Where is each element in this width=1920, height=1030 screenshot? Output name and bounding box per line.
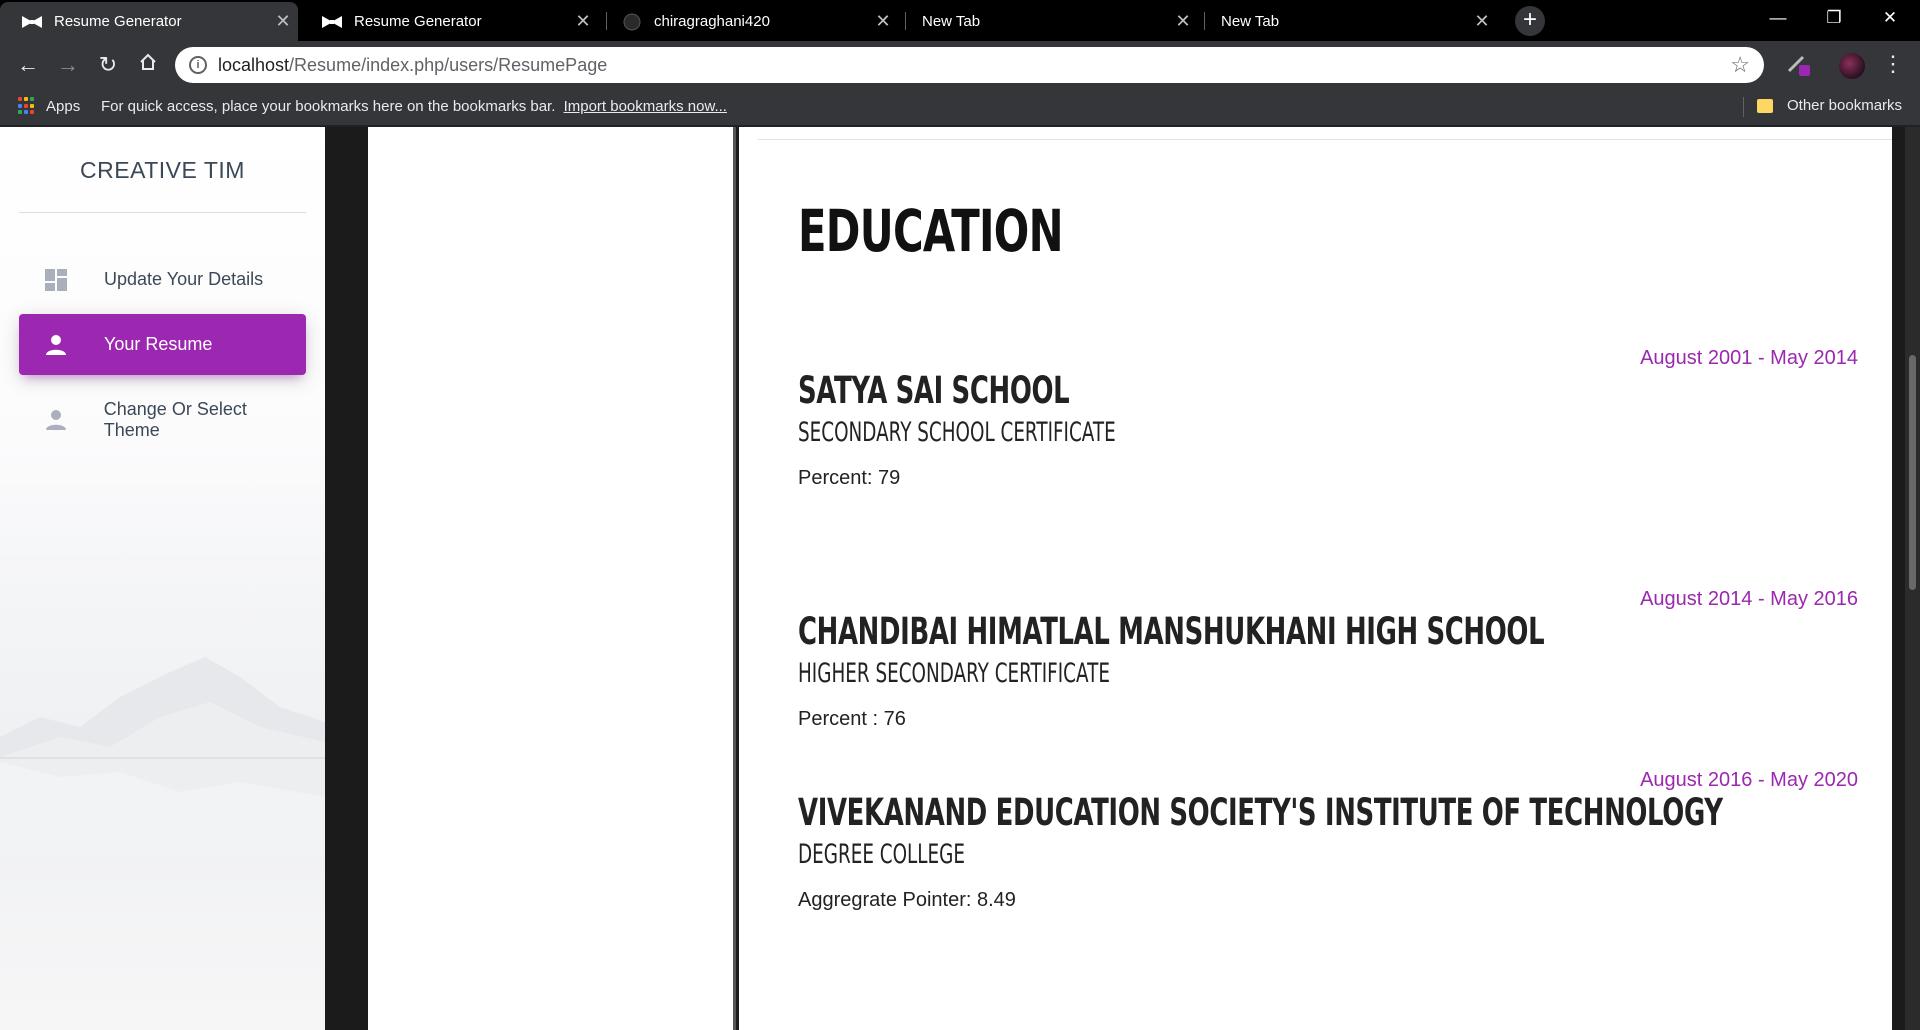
sidebar-item-label: Your Resume <box>104 334 213 354</box>
close-icon[interactable]: ✕ <box>268 11 298 32</box>
education-degree: HIGHER SECONDARY CERTIFICATE <box>798 658 1110 689</box>
tab-title: New Tab <box>922 13 981 30</box>
minimize-button[interactable]: — <box>1750 0 1806 36</box>
close-icon[interactable]: ✕ <box>868 11 898 32</box>
education-school: CHANDIBAI HIMATLAL MANSHUKHANI HIGH SCHO… <box>798 610 1545 653</box>
folder-icon <box>1757 98 1773 113</box>
tab-github[interactable]: chiragraghani420 ✕ <box>600 2 898 41</box>
bowtie-icon <box>322 12 342 32</box>
apps-grid-icon <box>18 97 36 115</box>
home-icon <box>140 53 156 70</box>
brand-divider <box>19 212 306 213</box>
person-icon <box>41 405 71 435</box>
tab-resume-generator-1[interactable]: Resume Generator ✕ <box>0 2 298 41</box>
resume-left-column <box>368 127 736 1030</box>
education-degree: SECONDARY SCHOOL CERTIFICATE <box>798 417 1116 448</box>
apps-shortcut[interactable]: Apps <box>18 97 80 115</box>
sidebar-item-label: Update Your Details <box>104 269 264 289</box>
scrollbar-thumb[interactable] <box>1909 355 1916 590</box>
tab-strip: Resume Generator ✕ Resume Generator ✕ ch… <box>0 0 1920 41</box>
sidebar-item-update-details[interactable]: Update Your Details <box>19 249 306 310</box>
person-icon <box>41 330 71 360</box>
tab-title: Resume Generator <box>54 13 182 30</box>
page-scrollbar[interactable] <box>1905 127 1920 1030</box>
page-viewport: CREATIVE TIM Update Your Details Your Re… <box>0 127 1920 1030</box>
mountain-background <box>0 657 325 857</box>
back-button[interactable]: ← <box>12 49 44 81</box>
other-bookmarks[interactable]: Other bookmarks <box>1757 97 1902 114</box>
bookmarks-bar: Apps For quick access, place your bookma… <box>0 88 1920 126</box>
sidebar-item-label: Change Or Select Theme <box>103 398 247 440</box>
education-score: Percent: 79 <box>798 467 901 489</box>
section-title-education: EDUCATION <box>798 197 1064 265</box>
education-degree: DEGREE COLLEGE <box>798 839 965 870</box>
tab-new-tab-2[interactable]: New Tab ✕ <box>1199 2 1497 41</box>
bowtie-icon <box>22 12 42 32</box>
sidebar-item-change-theme[interactable]: Change Or Select Theme <box>19 389 306 450</box>
education-score: Percent : 76 <box>798 708 906 730</box>
info-icon[interactable]: i <box>189 56 207 74</box>
url-text[interactable]: localhost/Resume/index.php/users/ResumeP… <box>218 55 607 76</box>
forward-button[interactable]: → <box>52 49 84 81</box>
other-bookmarks-label: Other bookmarks <box>1787 97 1903 114</box>
bookmark-star-icon[interactable]: ☆ <box>1730 52 1750 78</box>
browser-toolbar: ← → ↻ i localhost/Resume/index.php/users… <box>0 41 1920 88</box>
close-icon[interactable]: ✕ <box>568 11 598 32</box>
education-score: Aggregrate Pointer: 8.49 <box>798 889 1016 911</box>
resume-main-column: EDUCATION August 2001 - May 2014 SATYA S… <box>739 127 1892 1030</box>
education-dates: August 2016 - May 2020 <box>1640 769 1858 791</box>
close-icon[interactable]: ✕ <box>1467 11 1497 32</box>
address-bar[interactable]: i localhost/Resume/index.php/users/Resum… <box>175 47 1764 83</box>
close-icon[interactable]: ✕ <box>1168 11 1198 32</box>
brand-title[interactable]: CREATIVE TIM <box>0 157 325 184</box>
extension-icon[interactable] <box>1783 49 1815 81</box>
github-icon <box>622 12 642 32</box>
section-divider <box>758 139 1892 140</box>
close-window-button[interactable]: ✕ <box>1862 0 1918 36</box>
tab-title: chiragraghani420 <box>654 13 770 30</box>
sidebar: CREATIVE TIM Update Your Details Your Re… <box>0 127 325 1030</box>
dashboard-icon <box>41 265 71 295</box>
tab-title: Resume Generator <box>354 13 482 30</box>
bookmarks-separator <box>1743 97 1744 117</box>
tab-new-tab-1[interactable]: New Tab ✕ <box>900 2 1198 41</box>
education-school: VIVEKANAND EDUCATION SOCIETY'S INSTITUTE… <box>798 791 1723 834</box>
education-dates: August 2014 - May 2016 <box>1640 588 1858 610</box>
bookmarks-message: For quick access, place your bookmarks h… <box>101 98 727 115</box>
url-host: localhost <box>218 55 290 75</box>
tab-title: New Tab <box>1221 13 1280 30</box>
menu-icon[interactable]: ⋮ <box>1882 49 1904 81</box>
url-path: /Resume/index.php/users/ResumePage <box>289 55 608 75</box>
new-tab-button[interactable]: + <box>1515 6 1545 36</box>
import-bookmarks-link[interactable]: Import bookmarks now... <box>564 98 727 115</box>
bookmarks-hint: For quick access, place your bookmarks h… <box>101 98 556 115</box>
reload-button[interactable]: ↻ <box>92 49 124 81</box>
education-dates: August 2001 - May 2014 <box>1640 347 1858 369</box>
home-button[interactable] <box>132 49 164 81</box>
sidebar-item-your-resume[interactable]: Your Resume <box>19 314 306 375</box>
education-school: SATYA SAI SCHOOL <box>798 369 1070 412</box>
apps-label: Apps <box>46 97 81 115</box>
profile-avatar[interactable] <box>1839 53 1865 79</box>
tab-resume-generator-2[interactable]: Resume Generator ✕ <box>300 2 598 41</box>
restore-button[interactable]: ❐ <box>1806 0 1862 36</box>
